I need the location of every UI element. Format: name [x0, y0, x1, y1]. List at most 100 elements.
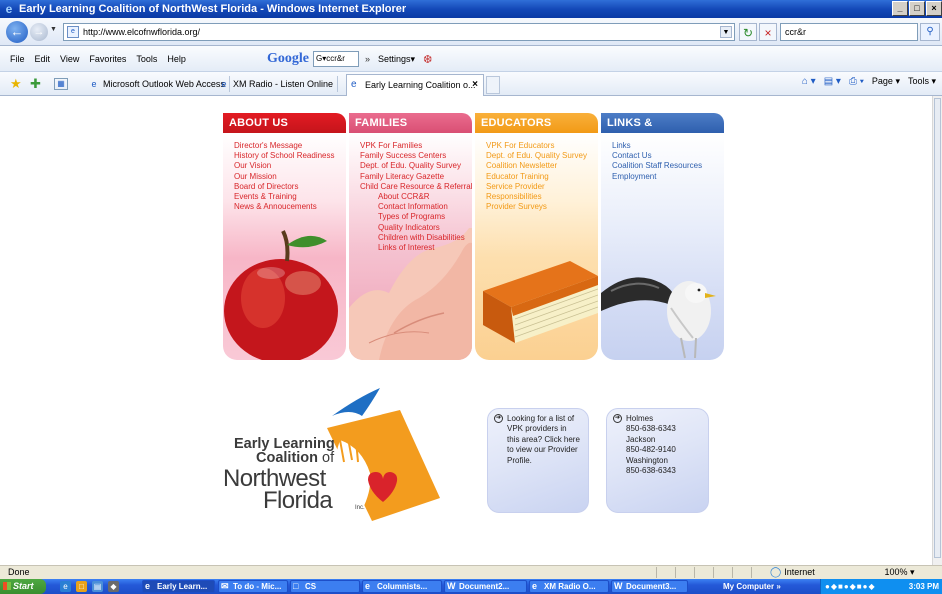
link-types-programs[interactable]: Types of Programs — [360, 212, 472, 222]
link-family-success[interactable]: Family Success Centers — [360, 151, 472, 161]
page-menu[interactable]: Page ▾ — [872, 76, 900, 87]
vertical-scrollbar[interactable] — [932, 96, 942, 565]
link-links-of-interest[interactable]: Links of Interest — [360, 243, 472, 253]
start-button[interactable]: Start — [0, 579, 46, 594]
google-logo: Google — [267, 51, 309, 66]
url-text[interactable]: http://www.elcofnwflorida.org/ — [83, 27, 200, 37]
stop-icon[interactable]: × — [759, 23, 777, 41]
google-search-input[interactable]: G▾ccr&r — [313, 51, 359, 67]
app-quicklaunch-icon[interactable]: ◆ — [108, 581, 119, 592]
menu-favorites[interactable]: Favorites — [89, 54, 126, 64]
about-us-header[interactable]: ABOUT US — [223, 113, 346, 133]
minimize-button[interactable]: _ — [892, 1, 908, 16]
status-text: Done — [8, 567, 30, 577]
menu-help[interactable]: Help — [167, 54, 186, 64]
zoom-level[interactable]: 100% ▾ — [882, 566, 915, 579]
security-zone[interactable]: ◯ Internet — [770, 566, 815, 579]
link-vpk-families[interactable]: VPK For Families — [360, 141, 472, 151]
quick-tabs-icon[interactable]: ▦ — [54, 78, 68, 90]
link-literacy-gazette[interactable]: Family Literacy Gazette — [360, 172, 472, 182]
menu-view[interactable]: View — [60, 54, 79, 64]
tab-early-learning[interactable]: e Early Learning Coalition o... × — [346, 74, 484, 96]
tools-menu[interactable]: Tools ▾ — [908, 76, 936, 87]
menu-edit[interactable]: Edit — [35, 54, 51, 64]
taskbar: Start e □ ▤ ◆ e Early Learn... ✉ To do - M… — [0, 579, 942, 594]
favorite-link-outlook[interactable]: e Microsoft Outlook Web Access — [84, 76, 230, 92]
system-tray: ●◆■●◆■●◆ 3:03 PM — [820, 579, 942, 594]
desktop-quicklaunch-icon[interactable]: ▤ — [92, 581, 103, 592]
about-us-panel: Director's Message History of School Rea… — [223, 133, 346, 360]
coalition-logo[interactable]: Early Learning Coalition of Northwest Fl… — [222, 388, 462, 563]
menu-file[interactable]: File — [10, 54, 25, 64]
vpk-box-text: Looking for a list of VPK providers in t… — [507, 414, 580, 466]
home-icon[interactable]: ⌂ ▾ — [802, 76, 816, 87]
task-todo[interactable]: ✉ To do - Mic... — [218, 580, 288, 593]
clock: 3:03 PM — [908, 582, 939, 591]
page-icon: e — [67, 26, 79, 38]
task-columnists[interactable]: e Columnists... — [362, 580, 442, 593]
url-dropdown-icon[interactable]: ▼ — [720, 26, 732, 38]
task-cs[interactable]: □ CS — [290, 580, 360, 593]
link-about-ccrr[interactable]: About CCR&R — [360, 192, 472, 202]
task-label: Document2... — [459, 582, 510, 591]
favorite-link-xm-radio[interactable]: e XM Radio - Listen Online — [214, 76, 339, 92]
link-contact-info[interactable]: Contact Information — [360, 202, 472, 212]
vpk-line[interactable]: Profile. — [507, 456, 580, 466]
back-arrow-icon[interactable]: ← — [6, 21, 28, 43]
word-icon: W — [447, 581, 456, 591]
mail-icon: ✉ — [221, 581, 229, 591]
my-computer-toolbar[interactable]: My Computer » — [723, 580, 781, 593]
window-controls: _ □ × — [891, 1, 942, 16]
task-xm-radio[interactable]: e XM Radio O... — [529, 580, 609, 593]
vpk-line[interactable]: this area? Click here — [507, 435, 580, 445]
maximize-button[interactable]: □ — [909, 1, 925, 16]
vpk-line[interactable]: to view our Provider — [507, 445, 580, 455]
county-box-text: Holmes 850-638-6343 Jackson 850-482-9140… — [626, 414, 676, 476]
refresh-icon[interactable]: ↻ — [739, 23, 757, 41]
scrollbar-thumb[interactable] — [934, 98, 941, 558]
folder-quicklaunch-icon[interactable]: □ — [76, 581, 87, 592]
url-input[interactable]: e http://www.elcofnwflorida.org/ ▼ — [63, 23, 735, 41]
task-early-learning[interactable]: e Early Learn... — [142, 580, 215, 593]
column-families: FAMILIES VPK For Families Family Success… — [349, 113, 472, 360]
favorites-star-icon[interactable]: ★ — [10, 76, 22, 92]
link-disabilities[interactable]: Children with Disabilities — [360, 233, 472, 243]
windows-logo-icon — [3, 582, 11, 590]
start-label: Start — [13, 581, 34, 591]
add-favorite-icon[interactable]: ✚ — [30, 76, 41, 92]
educators-header[interactable]: EDUCATORS — [475, 113, 598, 133]
print-icon[interactable]: ⎙ ▾ — [849, 76, 864, 87]
google-more-button[interactable]: » — [365, 54, 370, 64]
menu-tools[interactable]: Tools — [136, 54, 157, 64]
county-name: Holmes — [626, 414, 654, 423]
link-quality-indicators[interactable]: Quality Indicators — [360, 223, 472, 233]
search-input[interactable]: ccr&r — [780, 23, 918, 41]
links-resources-panel: Links Contact Us Coalition Staff Resourc… — [601, 133, 724, 360]
task-label: Columnists... — [377, 582, 428, 591]
favorite-link-label: XM Radio - Listen Online — [233, 79, 334, 89]
menu-bar: File Edit View Favorites Tools Help Goog… — [0, 46, 942, 72]
ie-icon: e — [532, 581, 538, 591]
new-tab-button[interactable] — [486, 76, 500, 94]
task-document3[interactable]: W Document3... — [611, 580, 688, 593]
search-icon[interactable]: ⚲ — [920, 23, 940, 41]
tab-close-icon[interactable]: × — [472, 75, 478, 95]
task-label: Early Learn... — [157, 582, 208, 591]
county-name: Jackson — [626, 434, 656, 444]
history-dropdown-icon[interactable]: ▼ — [50, 26, 57, 33]
forward-arrow-icon[interactable]: → — [30, 23, 48, 41]
vpk-providers-box[interactable]: ➜ Looking for a list of VPK providers in… — [487, 408, 589, 513]
families-header[interactable]: FAMILIES — [349, 113, 472, 133]
link-quality-survey[interactable]: Dept. of Edu. Quality Survey — [360, 161, 472, 171]
links-resources-header[interactable]: LINKS & RESOURCES — [601, 113, 724, 149]
task-document2[interactable]: W Document2... — [444, 580, 527, 593]
feeds-icon[interactable]: ▤ ▾ — [824, 76, 841, 87]
favorite-link-label: Microsoft Outlook Web Access — [103, 79, 225, 89]
ie-quicklaunch-icon[interactable]: e — [60, 581, 71, 592]
close-button[interactable]: × — [926, 1, 942, 16]
seagull-image — [601, 277, 716, 359]
toolbar-tool-icon[interactable]: ❆ — [423, 53, 432, 66]
google-settings-button[interactable]: Settings▾ — [378, 54, 415, 65]
link-ccrr[interactable]: Child Care Resource & Referral — [360, 182, 472, 192]
tray-icons[interactable]: ●◆■●◆■●◆ — [825, 579, 876, 594]
